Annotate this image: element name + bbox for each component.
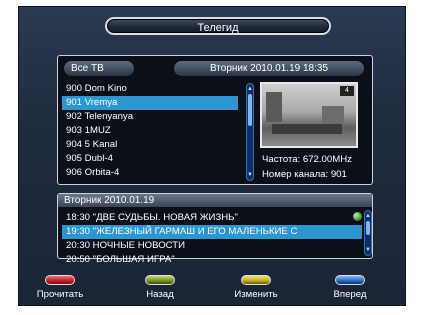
scroll-down-icon[interactable]: ▼ (365, 247, 371, 253)
channel-item[interactable]: 902 Telenyanya (62, 110, 238, 124)
channel-item[interactable]: 906 Orbita-4 (62, 166, 238, 180)
epg-event[interactable]: 18:30 "ДВЕ СУДЬБЫ. НОВАЯ ЖИЗНЬ" (62, 211, 362, 225)
forward-button-label: Вперед (333, 289, 367, 300)
epg-event[interactable]: 20:30 НОЧНЫЕ НОВОСТИ (62, 239, 362, 253)
current-date-time: Вторник 2010.01.19 18:35 (174, 61, 364, 76)
channel-item[interactable]: 904 5 Kanal (62, 138, 238, 152)
green-key-icon (145, 275, 175, 285)
channel-panel: Все ТВ Вторник 2010.01.19 18:35 900 Dom … (57, 55, 373, 185)
frequency-info: Частота: 672.00MHz (262, 154, 352, 165)
channel-number-info: Номер канала: 901 (262, 169, 347, 180)
epg-list: 18:30 "ДВЕ СУДЬБЫ. НОВАЯ ЖИЗНЬ" 19:30 "Ж… (62, 211, 362, 267)
page-title: Телегид (105, 17, 331, 35)
red-key-icon (45, 275, 75, 285)
blue-key-icon (335, 275, 365, 285)
channel-item[interactable]: 905 Dubl-4 (62, 152, 238, 166)
scroll-thumb[interactable] (366, 221, 370, 235)
channel-list: 900 Dom Kino 901 Vremya 902 Telenyanya 9… (62, 82, 238, 186)
channel-item[interactable]: 903 1MUZ (62, 124, 238, 138)
channel-logo-icon: 4 (340, 86, 354, 96)
back-button[interactable]: Назад (125, 275, 195, 300)
epg-event-selected[interactable]: 19:30 "ЖЕЛЕЗНЫЙ ГАРМАШ И ЕГО МАЛЕНЬКИЕ С (62, 225, 362, 239)
epg-date: Вторник 2010.01.19 (58, 194, 372, 207)
tv-guide-screen: Телегид Все ТВ Вторник 2010.01.19 18:35 … (18, 6, 406, 306)
scroll-up-icon[interactable]: ▲ (365, 213, 371, 219)
scroll-thumb[interactable] (248, 94, 252, 126)
epg-scrollbar[interactable]: ▲ ▼ (364, 210, 372, 256)
back-button-label: Назад (146, 289, 174, 300)
channel-group-label[interactable]: Все ТВ (64, 61, 134, 76)
preview-building (322, 106, 344, 126)
scroll-down-icon[interactable]: ▼ (247, 172, 253, 178)
edit-button[interactable]: Изменить (221, 275, 291, 300)
read-button[interactable]: Прочитать (25, 275, 95, 300)
forward-button[interactable]: Вперед (315, 275, 385, 300)
video-preview: 4 (260, 82, 358, 148)
edit-button-label: Изменить (234, 289, 278, 300)
yellow-key-icon (241, 275, 271, 285)
record-globe-icon (353, 212, 362, 221)
preview-crowd (272, 124, 342, 134)
read-button-label: Прочитать (36, 289, 84, 300)
epg-panel: Вторник 2010.01.19 18:30 "ДВЕ СУДЬБЫ. НО… (57, 193, 373, 265)
preview-building (266, 92, 282, 122)
channel-item[interactable]: 900 Dom Kino (62, 82, 238, 96)
channel-item-selected[interactable]: 901 Vremya (62, 96, 238, 110)
scroll-up-icon[interactable]: ▲ (247, 86, 253, 92)
channel-scrollbar[interactable]: ▲ ▼ (246, 83, 254, 181)
epg-event[interactable]: 20:50 "БОЛЬШАЯ ИГРА" (62, 253, 362, 267)
